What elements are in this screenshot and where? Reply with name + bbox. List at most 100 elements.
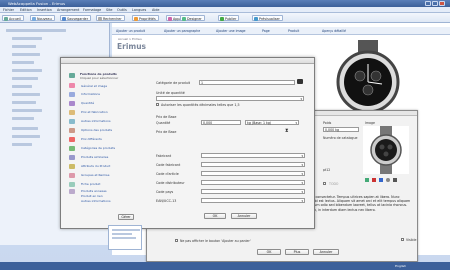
sidebar-item-information[interactable]: Informations (81, 92, 100, 96)
save-button[interactable]: Sauvegarder (60, 15, 92, 21)
functions-sidebar: Fonctions de produits Cliquez pour sélec… (66, 68, 134, 226)
tree-item[interactable] (12, 69, 42, 72)
similar-icon (69, 155, 75, 160)
sidebar-item-general[interactable]: Général et image (81, 84, 107, 88)
designer-button[interactable]: Designer (180, 15, 205, 21)
sidebar-item-attributes[interactable]: Attributs du Produit (81, 164, 110, 168)
sidebar-item-options[interactable]: Options des produits (81, 128, 112, 132)
image-properties-icon[interactable] (393, 178, 397, 182)
thumbnail-line (112, 233, 132, 235)
preview-button[interactable]: Prévisualiser (252, 15, 283, 21)
distributor-code-select[interactable] (201, 180, 305, 185)
image-settings-icon[interactable] (386, 178, 390, 182)
menu-tools[interactable]: Outils (117, 8, 127, 12)
details-cancel-button[interactable]: Annuler (313, 249, 339, 255)
detailed-preview-button[interactable]: Aperçu détaillé (322, 29, 346, 34)
menu-format[interactable]: Formatage (83, 8, 101, 12)
menu-arrange[interactable]: Arrangement (57, 8, 79, 12)
search-icon (98, 17, 102, 21)
menu-site[interactable]: Site (106, 8, 113, 12)
manufacturer-select[interactable] (201, 153, 305, 158)
sidebar-item-product-sheet[interactable]: Fiche produit (81, 182, 100, 186)
thumbnail-line (112, 229, 140, 231)
product-thumbnail-image[interactable] (363, 126, 409, 174)
tree-item[interactable] (12, 117, 34, 120)
decimal-quantity-checkbox[interactable] (156, 103, 160, 107)
hide-cart-button-checkbox[interactable] (175, 239, 179, 243)
tree-item[interactable] (12, 77, 38, 80)
tree-item[interactable] (12, 109, 42, 112)
tree-item[interactable] (6, 29, 66, 32)
page-button[interactable]: Page (262, 29, 270, 34)
close-button[interactable] (439, 1, 445, 6)
unit-select[interactable]: kg (Base: 1 kg) (245, 120, 299, 125)
sidebar-item-price[interactable]: Prix et fabrication (81, 110, 108, 114)
crop-image-icon[interactable] (379, 178, 383, 182)
add-paragraph-button[interactable]: Ajouter un paragraphe (164, 29, 200, 34)
publish-button[interactable]: Publier (218, 15, 240, 21)
manufacturer-code-select[interactable] (201, 162, 305, 167)
delete-image-icon[interactable] (372, 178, 376, 182)
ok-button[interactable]: OK (204, 213, 226, 219)
sidebar-item-groups[interactable]: Groupes et Remise (81, 173, 109, 177)
thumbnail-line (112, 237, 136, 239)
sidebar-item-linked[interactable]: Produit en lien (81, 194, 103, 198)
quantity-field[interactable]: 0,000 (201, 120, 241, 125)
menu-languages[interactable]: Langues (132, 8, 146, 12)
tree-item[interactable] (12, 93, 40, 96)
ean-select[interactable] (201, 198, 305, 203)
tree-item[interactable] (12, 53, 40, 56)
add-product-button[interactable]: Ajouter un produit (116, 29, 145, 34)
properties-icon (134, 17, 138, 21)
product-functions-dialog: Fonctions de produits Cliquez pour sélec… (60, 57, 315, 229)
category-field[interactable]: 1 (199, 80, 295, 85)
visible-label: Visible (406, 238, 417, 242)
manage-button[interactable]: Gérer (118, 214, 134, 220)
menu-help[interactable]: Aide (152, 8, 160, 12)
search-button[interactable]: Rechercher (96, 15, 125, 21)
details-ok-button[interactable]: OK (257, 249, 281, 255)
sidebar-item-categories[interactable]: Catégories de produits (81, 146, 115, 150)
sidebar-item-similar[interactable]: Produits similaires (81, 155, 108, 159)
tree-item[interactable] (12, 127, 38, 130)
sidebar-item-related[interactable]: Produits annexes (81, 189, 107, 193)
menu-file[interactable]: Fichier (3, 8, 14, 12)
tree-item[interactable] (12, 143, 32, 146)
tree-item[interactable] (12, 85, 32, 88)
minimize-button[interactable] (425, 1, 431, 6)
manufacturer-code-label: Code fabricant (156, 163, 181, 167)
maximize-button[interactable] (432, 1, 438, 6)
sidebar-item-quantity[interactable]: Quantité (81, 101, 94, 105)
properties-button[interactable]: Propriétés (132, 15, 159, 21)
details-more-button[interactable]: Plus (285, 249, 309, 255)
country-code-label: Code pays (156, 190, 174, 194)
visible-checkbox[interactable] (401, 238, 405, 242)
code-checkbox[interactable] (323, 182, 327, 186)
category-picker-icon[interactable] (297, 79, 303, 84)
tree-item[interactable] (12, 101, 36, 104)
language-indicator[interactable]: English (395, 264, 406, 268)
menu-insert[interactable]: Insertion (37, 8, 52, 12)
menu-edit[interactable]: Edition (20, 8, 32, 12)
new-button[interactable]: Nouveau (30, 15, 55, 21)
product-button[interactable]: Produit (288, 29, 299, 34)
cancel-button[interactable]: Annuler (231, 213, 257, 219)
tree-item[interactable] (12, 45, 36, 48)
sidebar-item-other-info[interactable]: Autres informations (81, 119, 111, 123)
quantity-unit-select[interactable] (156, 96, 304, 101)
edit-image-icon[interactable] (365, 178, 369, 182)
hourglass-icon: ⧗ (285, 128, 289, 134)
home-button[interactable]: Accueil (2, 15, 24, 21)
weight-field[interactable]: 0,000 kg (323, 127, 359, 132)
page-thumbnail[interactable] (108, 225, 142, 250)
add-image-button[interactable]: Ajouter une image (216, 29, 246, 34)
tree-item[interactable] (12, 135, 40, 138)
country-code-select[interactable] (201, 189, 305, 194)
sidebar-item-prices[interactable]: Prix différents (81, 137, 102, 141)
article-code-select[interactable] (201, 171, 305, 176)
tree-item[interactable] (12, 61, 34, 64)
sidebar-item-more-info[interactable]: Autres informations (81, 199, 111, 203)
save-icon (62, 17, 66, 21)
new-icon (32, 17, 36, 21)
tree-item[interactable] (12, 37, 42, 40)
